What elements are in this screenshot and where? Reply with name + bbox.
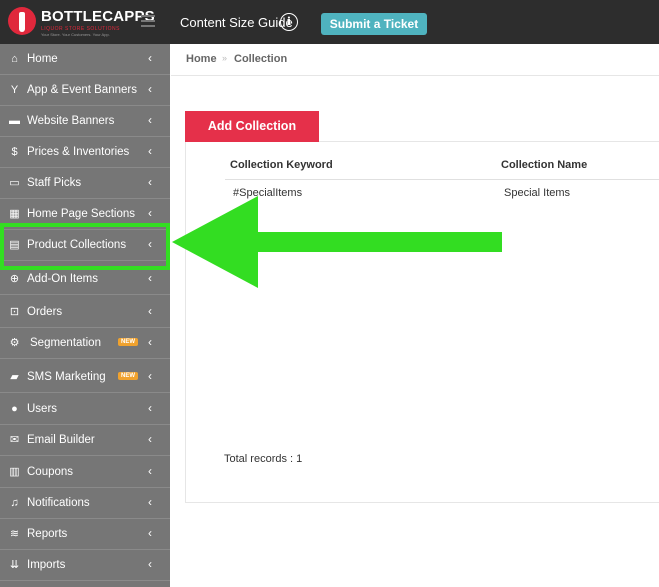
users-icon: ● — [11, 403, 18, 415]
sidebar-item-prices-inventories[interactable]: $ Prices & Inventories ‹ — [0, 137, 170, 168]
envelope-icon: ✉ — [9, 434, 20, 446]
sidebar-item-staff-picks[interactable]: ▭ Staff Picks ‹ — [0, 168, 170, 199]
sidebar-item-reports[interactable]: ≋ Reports ‹ — [0, 519, 170, 550]
monitor-icon: ▬ — [9, 115, 20, 127]
plus-circle-icon: ⊕ — [9, 273, 20, 285]
chevron-left-icon[interactable]: ‹ — [148, 495, 152, 509]
new-badge: NEW — [118, 372, 138, 380]
new-badge: NEW — [118, 338, 138, 346]
sidebar-item-label: Staff Picks — [27, 177, 82, 189]
chevron-left-icon[interactable]: ‹ — [148, 526, 152, 540]
sidebar-item-label: SMS Marketing — [27, 371, 106, 383]
home-icon: ⌂ — [11, 53, 18, 65]
barcode-icon: ▥ — [9, 466, 20, 478]
segmentation-icon: ⚙ — [9, 337, 20, 349]
breadcrumb-home[interactable]: Home — [186, 53, 217, 65]
sidebar-item-label: Segmentation — [30, 337, 101, 349]
sidebar-item-coupons[interactable]: ▥ Coupons ‹ — [0, 457, 170, 488]
chevron-left-icon[interactable]: ‹ — [148, 401, 152, 415]
brand-subtagline: Your Store. Your Customers. Your App. — [41, 32, 110, 37]
sidebar-item-label: Imports — [27, 559, 66, 571]
sidebar-item-label: Users — [27, 403, 58, 415]
sidebar-item-label: Website Banners — [27, 115, 115, 127]
sidebar-item-orders[interactable]: ⊡ Orders ‹ — [0, 297, 170, 328]
sidebar-item-label: Reports — [27, 528, 68, 540]
info-icon[interactable]: i — [280, 13, 298, 31]
sidebar-item-imports[interactable]: ⇊ Imports ‹ — [0, 550, 170, 581]
sidebar-item-home[interactable]: ⌂ Home ‹ — [0, 44, 170, 75]
bell-icon: ♫ — [10, 497, 19, 509]
sidebar-item-email-builder[interactable]: ✉ Email Builder ‹ — [0, 425, 170, 456]
brand-name: BOTTLECAPPS — [41, 8, 155, 25]
column-header-keyword[interactable]: Collection Keyword — [230, 159, 333, 171]
total-records: Total records : 1 — [224, 453, 303, 465]
cart-icon: ⊡ — [9, 306, 20, 318]
top-bar: BOTTLECAPPS LIQUOR STORE SOLUTIONS Your … — [0, 0, 659, 44]
breadcrumb-current: Collection — [234, 53, 288, 65]
annotation-arrow — [172, 196, 502, 288]
card-icon: ▭ — [9, 177, 20, 189]
chevron-left-icon[interactable]: ‹ — [148, 369, 152, 383]
chevron-left-icon[interactable]: ‹ — [148, 432, 152, 446]
highlight-box — [0, 223, 170, 270]
hamburger-menu-icon[interactable] — [141, 15, 155, 27]
sidebar-item-label: Notifications — [27, 497, 90, 509]
brand-logo[interactable]: BOTTLECAPPS LIQUOR STORE SOLUTIONS Your … — [8, 6, 155, 38]
content-size-guide-link[interactable]: Content Size Guide — [180, 15, 293, 30]
sidebar-item-notifications[interactable]: ♫ Notifications ‹ — [0, 488, 170, 519]
chevron-left-icon[interactable]: ‹ — [148, 175, 152, 189]
chevron-left-icon[interactable]: ‹ — [148, 271, 152, 285]
sidebar-item-label: Prices & Inventories — [27, 146, 130, 158]
chat-icon: ▰ — [10, 371, 19, 383]
chevron-left-icon[interactable]: ‹ — [148, 82, 152, 96]
cocktail-icon: Y — [10, 84, 19, 96]
import-icon: ⇊ — [9, 559, 20, 571]
sidebar-item-sms-marketing[interactable]: ▰ SMS Marketing NEW ‹ — [0, 362, 170, 393]
sidebar-item-label: Coupons — [27, 466, 74, 478]
sidebar-item-segmentation[interactable]: ⚙ Segmentation NEW ‹ — [0, 328, 170, 359]
chevron-left-icon[interactable]: ‹ — [148, 51, 152, 65]
dollar-icon: $ — [11, 146, 18, 158]
bottle-cap-icon — [8, 7, 36, 35]
chevron-left-icon[interactable]: ‹ — [148, 144, 152, 158]
sidebar-item-label: Add-On Items — [27, 273, 98, 285]
submit-ticket-button[interactable]: Submit a Ticket — [321, 13, 427, 35]
sidebar-item-label: Home Page Sections — [27, 208, 136, 220]
sidebar-item-label: App & Event Banners — [27, 84, 137, 96]
layers-icon: ≋ — [9, 528, 20, 540]
building-icon: ▦ — [9, 208, 20, 220]
breadcrumb: Home » Collection — [171, 44, 659, 76]
sidebar-item-label: Email Builder — [27, 434, 95, 446]
sidebar-item-users[interactable]: ● Users ‹ — [0, 394, 170, 425]
chevron-left-icon[interactable]: ‹ — [148, 557, 152, 571]
sidebar-item-app-event-banners[interactable]: Y App & Event Banners ‹ — [0, 75, 170, 106]
sidebar-item-website-banners[interactable]: ▬ Website Banners ‹ — [0, 106, 170, 137]
sidebar-item-label: Orders — [27, 306, 63, 318]
table-divider — [225, 179, 659, 180]
chevron-left-icon[interactable]: ‹ — [148, 464, 152, 478]
sidebar-item-label: Home — [27, 53, 58, 65]
cell-name[interactable]: Special Items — [504, 187, 570, 199]
chevron-left-icon[interactable]: ‹ — [148, 113, 152, 127]
chevron-left-icon[interactable]: ‹ — [148, 335, 152, 349]
add-collection-button[interactable]: Add Collection — [185, 111, 319, 142]
chevron-left-icon[interactable]: ‹ — [148, 304, 152, 318]
breadcrumb-separator: » — [222, 53, 228, 63]
column-header-name[interactable]: Collection Name — [501, 159, 587, 171]
chevron-left-icon[interactable]: ‹ — [148, 206, 152, 220]
